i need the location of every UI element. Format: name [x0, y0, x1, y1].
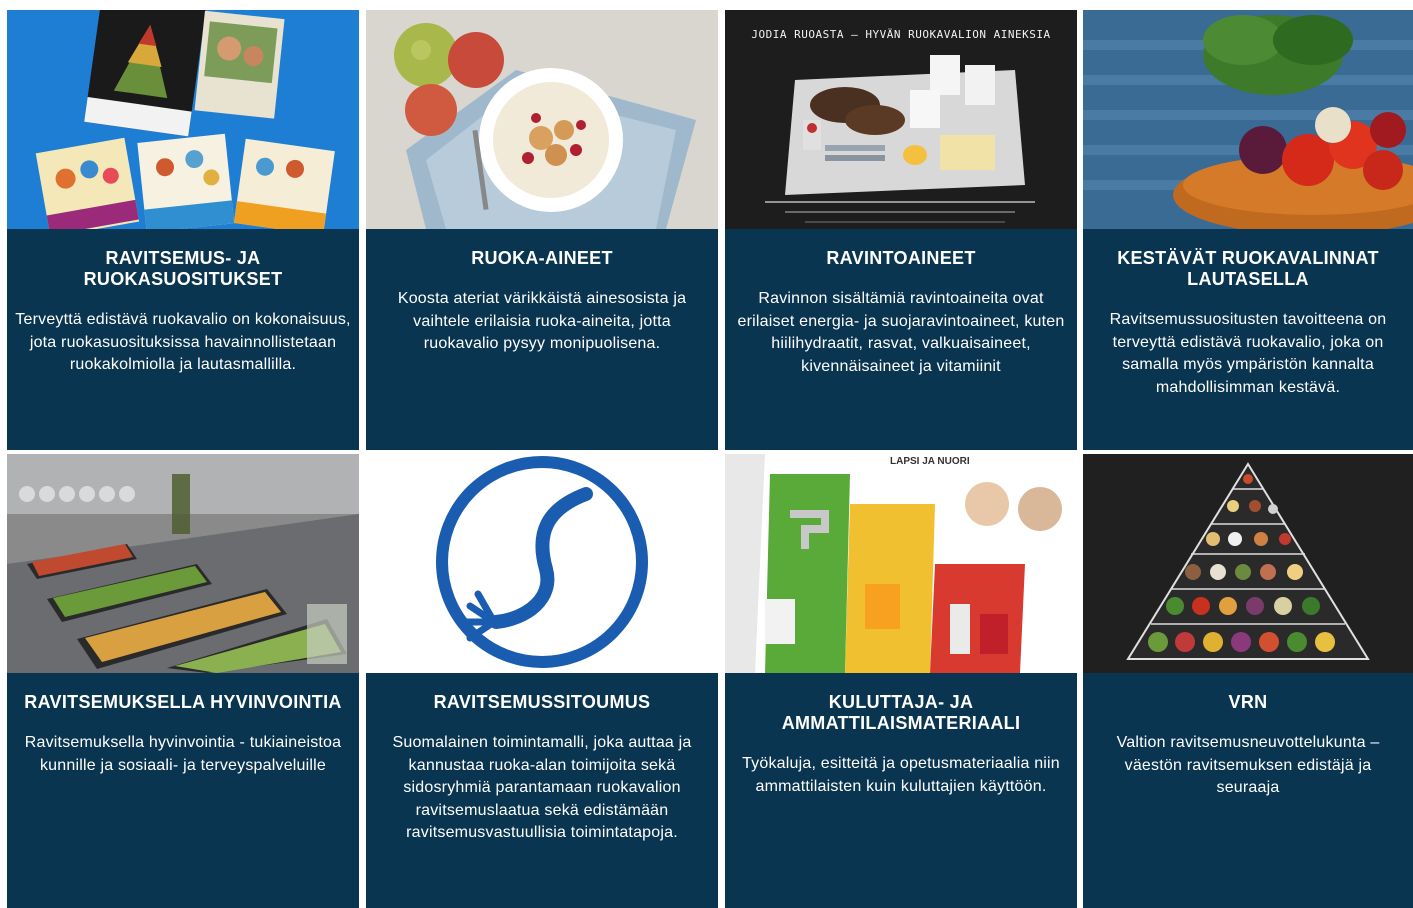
- card-title: VRN: [1228, 692, 1268, 712]
- publications-covers-image: [7, 10, 359, 229]
- card-ravintoaineet[interactable]: JODIA RUOASTA – HYVÄN RUOKAVALION AINEKS…: [725, 10, 1077, 450]
- salad-buffet-image: [7, 454, 359, 673]
- card-description: Koosta ateriat värikkäistä ainesosista j…: [397, 290, 687, 352]
- vegetable-bowl-image: [1083, 10, 1413, 229]
- card-description: Valtion ravitsemusneuvottelukunta – väes…: [1116, 734, 1380, 796]
- card-title: Ravitsemussitoumus: [433, 692, 651, 712]
- card-description: Terveyttä edistävä ruokavalio on kokonai…: [15, 311, 351, 373]
- card-kuluttaja-ammattilaismateriaali[interactable]: LAPSI JA NUORI Kuluttaja- ja ammattilais…: [725, 454, 1077, 908]
- poster-caption: LAPSI JA NUORI: [890, 456, 970, 467]
- food-pyramid-image: [1083, 454, 1413, 673]
- card-kestavat-ruokavalinnat[interactable]: Kestävät ruokavalinnat lautasella Ravits…: [1083, 10, 1413, 450]
- chalkboard-food-image: JODIA RUOASTA – HYVÄN RUOKAVALION AINEKS…: [725, 10, 1077, 229]
- card-title: Kuluttaja- ja ammattilaismateriaali: [781, 692, 1021, 733]
- card-title: Kestävät ruokavalinnat lautasella: [1117, 248, 1379, 289]
- card-title: Ravintoaineet: [826, 248, 976, 268]
- card-description: Ravinnon sisältämiä ravintoaineita ovat …: [737, 290, 1065, 375]
- card-description: Ravitsemuksella hyvinvointia - tukiainei…: [24, 734, 342, 774]
- plate-fork-logo: [366, 454, 718, 673]
- card-ruoka-aineet[interactable]: Ruoka-aineet Koosta ateriat värikkäistä …: [366, 10, 718, 450]
- card-title: Ravitsemuksella hyvinvointia: [24, 692, 342, 712]
- card-title: Ruoka-aineet: [471, 248, 613, 268]
- card-vrn[interactable]: VRN Valtion ravitsemusneuvottelukunta – …: [1083, 454, 1413, 908]
- drinks-poster-image: LAPSI JA NUORI: [725, 454, 1077, 673]
- card-title: Ravitsemus- ja ruokasuositukset: [83, 248, 283, 289]
- card-description: Työkaluja, esitteitä ja opetusmateriaali…: [742, 755, 1060, 795]
- card-ravitsemuksella-hyvinvointia[interactable]: Ravitsemuksella hyvinvointia Ravitsemuks…: [7, 454, 359, 908]
- porridge-apples-image: [366, 10, 718, 229]
- card-description: Suomalainen toimintamalli, joka auttaa j…: [392, 734, 692, 841]
- card-description: Ravitsemussuositusten tavoitteena on ter…: [1109, 311, 1387, 396]
- chalkboard-caption: JODIA RUOASTA – HYVÄN RUOKAVALION AINEKS…: [751, 28, 1051, 41]
- card-ravitsemus-ruokasuositukset[interactable]: Ravitsemus- ja ruokasuositukset Terveytt…: [7, 10, 359, 450]
- card-ravitsemussitoumus[interactable]: Ravitsemussitoumus Suomalainen toimintam…: [366, 454, 718, 908]
